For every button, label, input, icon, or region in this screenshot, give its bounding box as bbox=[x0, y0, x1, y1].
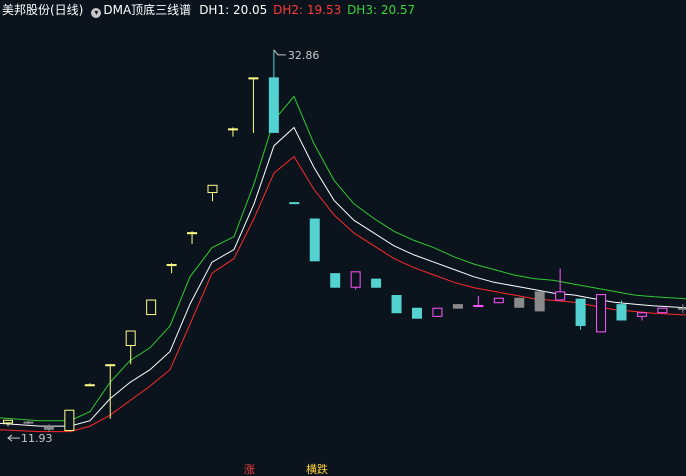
candle-body bbox=[391, 295, 402, 314]
candle-body bbox=[64, 409, 75, 432]
candle-body bbox=[493, 297, 504, 304]
candlestick-chart[interactable]: 32.86 11.93 bbox=[0, 0, 686, 472]
candle-body bbox=[166, 264, 177, 267]
candle-body bbox=[84, 384, 95, 387]
dh3-value: DH3: 20.57 bbox=[347, 3, 416, 17]
candle-body bbox=[616, 304, 627, 321]
chart-header: 美邦股份(日线) ▾ DMA顶底三线谱 DH1: 20.05 DH2: 19.53 D… bbox=[0, 0, 686, 20]
bottom-bar: 涨 横跌 bbox=[0, 462, 686, 476]
candle-body bbox=[473, 305, 484, 308]
candle-body bbox=[575, 298, 586, 326]
candle-body bbox=[657, 307, 668, 314]
candle-body bbox=[555, 291, 566, 301]
dh1-value: DH1: 20.05 bbox=[199, 3, 268, 17]
high-price-label: 32.86 bbox=[288, 49, 320, 62]
up-label[interactable]: 涨 bbox=[244, 464, 255, 476]
candle-body bbox=[187, 232, 198, 235]
candle-body bbox=[432, 307, 443, 317]
candle-body bbox=[514, 297, 525, 308]
dh1-line bbox=[0, 126, 686, 427]
candle-body bbox=[43, 426, 54, 430]
dh3-line bbox=[0, 95, 686, 422]
low-price-label: 11.93 bbox=[21, 432, 53, 445]
candle-body bbox=[289, 202, 300, 205]
candle-body bbox=[309, 218, 320, 262]
candle-body bbox=[677, 307, 686, 310]
candle-body bbox=[227, 128, 238, 131]
candle-body bbox=[125, 330, 136, 347]
candle-body bbox=[330, 273, 341, 288]
stock-title[interactable]: 美邦股份(日线) bbox=[2, 3, 83, 17]
candle-body bbox=[534, 291, 545, 312]
candle-body bbox=[146, 299, 157, 316]
candle-body bbox=[248, 77, 259, 80]
dh2-line bbox=[0, 155, 686, 433]
indicator-settings-icon[interactable]: ▾ bbox=[91, 8, 102, 18]
high-marker-arrow bbox=[273, 49, 286, 56]
candle-body bbox=[3, 419, 13, 424]
candle-body bbox=[23, 421, 34, 424]
candle-body bbox=[636, 312, 647, 317]
candle-body bbox=[596, 294, 607, 333]
candle-body bbox=[452, 304, 463, 309]
candle-body bbox=[350, 271, 361, 288]
candle-body bbox=[412, 307, 422, 319]
dh2-value: DH2: 19.53 bbox=[273, 3, 342, 17]
down-label[interactable]: 横跌 bbox=[306, 464, 328, 476]
candle-body bbox=[371, 278, 382, 288]
candle-body bbox=[207, 184, 218, 194]
indicator-name[interactable]: DMA顶底三线谱 bbox=[103, 3, 191, 17]
candle-body bbox=[268, 77, 279, 133]
candle-body bbox=[105, 364, 116, 367]
